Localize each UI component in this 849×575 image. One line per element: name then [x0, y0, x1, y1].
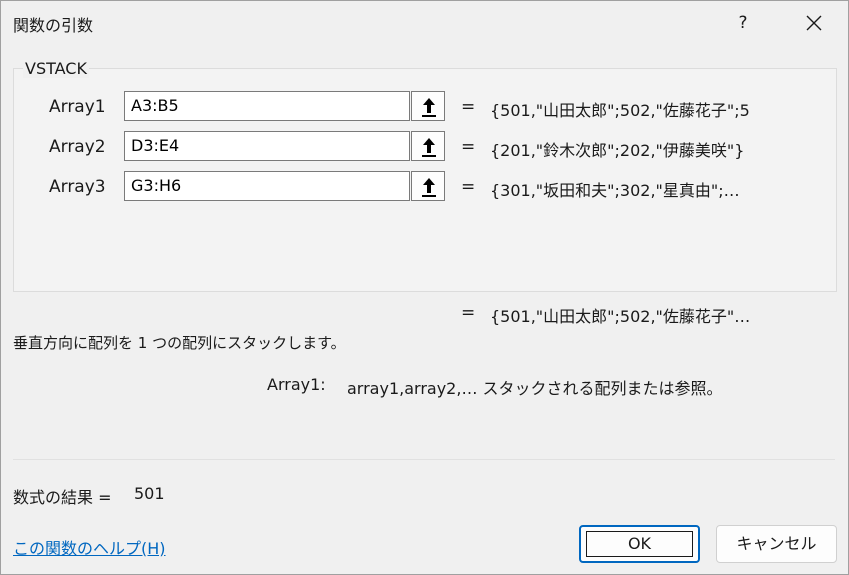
help-button[interactable]: ?	[729, 9, 757, 37]
argument-description-name: Array1:	[267, 375, 326, 394]
question-icon: ?	[738, 13, 748, 33]
array2-equals: =	[461, 137, 476, 157]
function-arguments-dialog: 関数の引数 ? VSTACK Array1 A3:B5 = {501,"山田太郎…	[0, 0, 849, 575]
arg-label-array3: Array3	[49, 177, 106, 197]
formula-result-value: 501	[134, 484, 165, 503]
array1-result: {501,"山田太郎";502,"佐藤花子";5	[490, 101, 750, 120]
overall-result: {501,"山田太郎";502,"佐藤花子"…	[490, 307, 751, 326]
close-button[interactable]	[797, 7, 831, 39]
cancel-button[interactable]: キャンセル	[716, 525, 837, 563]
array1-equals: =	[461, 97, 476, 117]
title-bar: 関数の引数 ?	[1, 1, 848, 45]
array3-collapse-button[interactable]	[411, 171, 445, 201]
array2-collapse-button[interactable]	[411, 131, 445, 161]
function-help-link[interactable]: この関数のヘルプ(H)	[13, 535, 166, 559]
array1-collapse-button[interactable]	[411, 91, 445, 121]
function-description: 垂直方向に配列を 1 つの配列にスタックします。	[13, 334, 346, 352]
array1-input[interactable]: A3:B5	[124, 91, 410, 121]
arg-label-array2: Array2	[49, 137, 106, 157]
arrow-up-icon	[422, 138, 436, 157]
focus-ring	[586, 531, 693, 557]
close-icon	[806, 15, 822, 31]
array3-equals: =	[461, 177, 476, 197]
ok-button[interactable]: OK	[579, 525, 700, 563]
function-name: VSTACK	[23, 59, 89, 78]
divider	[13, 459, 835, 460]
array2-result: {201,"鈴木次郎";202,"伊藤美咲"}	[490, 141, 745, 160]
array3-input[interactable]: G3:H6	[124, 171, 410, 201]
formula-result-label: 数式の結果 =	[13, 488, 112, 507]
argument-description-text: array1,array2,… スタックされる配列または参照。	[347, 379, 723, 398]
arrow-up-icon	[422, 178, 436, 197]
array3-result: {301,"坂田和夫";302,"星真由";…	[490, 181, 740, 200]
arrow-up-icon	[422, 98, 436, 117]
overall-equals: =	[461, 303, 476, 323]
cancel-button-label: キャンセル	[736, 534, 817, 553]
array2-input[interactable]: D3:E4	[124, 131, 410, 161]
dialog-title: 関数の引数	[13, 16, 94, 35]
arg-label-array1: Array1	[49, 97, 106, 117]
